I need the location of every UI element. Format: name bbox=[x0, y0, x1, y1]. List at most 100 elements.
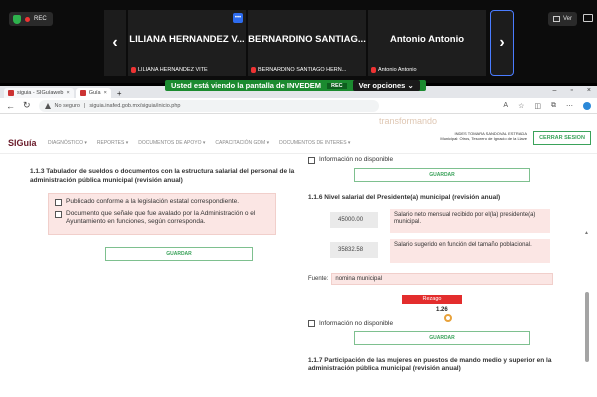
favorites-icon[interactable]: ☆ bbox=[518, 102, 524, 110]
recording-indicator[interactable]: REC bbox=[9, 12, 53, 26]
close-window-icon[interactable]: × bbox=[587, 87, 591, 94]
close-tab-icon[interactable]: × bbox=[66, 90, 69, 96]
rec-dot-icon bbox=[25, 16, 30, 22]
section-title: 1.1.3 Tabulador de sueldos o documentos … bbox=[30, 168, 295, 184]
option-checkbox[interactable] bbox=[55, 198, 62, 206]
read-aloud-icon[interactable]: A bbox=[503, 102, 508, 110]
participant-name: LILIANA HERNANDEZ V... bbox=[129, 34, 245, 45]
participant-tile[interactable]: BERNARDINO SANTIAG... BERNARDINO SANTIAG… bbox=[248, 10, 366, 76]
participant-label-text: LILIANA HERNANDEZ VITE bbox=[138, 67, 208, 73]
address-bar-row: ← ↻ No seguro | siguia.inafed.gob.mx/sig… bbox=[0, 98, 597, 114]
not-secure-label: No seguro bbox=[54, 102, 80, 109]
banner-rec-badge: REC bbox=[327, 82, 347, 89]
back-icon[interactable]: ← bbox=[6, 101, 15, 111]
participant-label: LILIANA HERNANDEZ VITE bbox=[131, 67, 208, 73]
view-options-button[interactable]: Ver opciones ⌄ bbox=[352, 80, 420, 91]
participant-tiles: ‹ ••• LILIANA HERNANDEZ V... LILIANA HER… bbox=[104, 10, 514, 76]
save-button[interactable]: GUARDAR bbox=[105, 247, 253, 261]
source-row: Fuente: nomina municipal bbox=[308, 272, 558, 285]
next-participants-button[interactable]: › bbox=[490, 10, 514, 76]
salary-row: 35832.58 Salario sugerido en función del… bbox=[330, 238, 558, 263]
section-title-1-1-6: 1.1.6 Nivel salarial del Presidente(a) m… bbox=[308, 194, 501, 201]
reload-icon[interactable]: ↻ bbox=[23, 100, 31, 111]
save-button[interactable]: GUARDAR bbox=[354, 330, 530, 345]
header-watermark: transformando bbox=[378, 116, 437, 126]
close-tab-icon[interactable]: × bbox=[104, 90, 107, 96]
salary-value-field: 35832.58 bbox=[330, 241, 378, 258]
participant-label-text: BERNARDINO SANTIAGO HERN... bbox=[258, 67, 347, 73]
more-icon[interactable]: ⋯ bbox=[566, 102, 573, 110]
browser-tab[interactable]: siguia - SIGuíaweb × bbox=[4, 88, 74, 98]
tab-title: Guía bbox=[88, 90, 101, 96]
salary-row: 45000.00 Salario neto mensual recibido p… bbox=[330, 208, 558, 233]
window-controls: – ▫ × bbox=[553, 87, 591, 94]
option-label: Publicado conforme a la legislación esta… bbox=[66, 198, 240, 205]
page-scrollbar[interactable] bbox=[585, 292, 589, 362]
url-separator: | bbox=[83, 102, 86, 109]
option-row[interactable]: Publicado conforme a la legislación esta… bbox=[55, 198, 269, 206]
no-info-row[interactable]: Información no disponible bbox=[308, 320, 558, 328]
site-header: transformando SIGuía DIAGNÓSTICO ▾ REPOR… bbox=[0, 116, 597, 154]
salary-description: Salario sugerido en función del tamaño p… bbox=[390, 238, 550, 263]
user-org-info: INDES TOMARA SANDOVAL ESTRADA Municipal:… bbox=[440, 131, 527, 141]
main-nav: DIAGNÓSTICO ▾ REPORTES ▾ DOCUMENTOS DE A… bbox=[48, 140, 350, 146]
no-info-checkbox[interactable] bbox=[308, 320, 315, 327]
collections-icon[interactable]: ⧉ bbox=[551, 102, 556, 110]
section-1-1-3: 1.1.3 Tabulador de sueldos o documentos … bbox=[30, 168, 295, 261]
favicon-icon bbox=[8, 90, 14, 96]
no-info-label: Información no disponible bbox=[319, 319, 394, 327]
minimize-window-icon[interactable] bbox=[583, 14, 593, 22]
salary-value-field[interactable]: 45000.00 bbox=[330, 211, 378, 228]
participant-label: Antonio Antonio bbox=[371, 67, 417, 73]
shield-icon bbox=[13, 14, 21, 24]
maximize-icon[interactable]: ▫ bbox=[570, 87, 572, 94]
minimize-icon[interactable]: – bbox=[553, 87, 557, 94]
source-input[interactable]: nomina municipal bbox=[331, 272, 554, 285]
participant-tile[interactable]: ••• LILIANA HERNANDEZ V... LILIANA HERNA… bbox=[128, 10, 246, 76]
nav-item-diagnostico[interactable]: DIAGNÓSTICO ▾ bbox=[48, 140, 87, 146]
share-banner-text: Usted está viendo la pantalla de INVEDEM bbox=[171, 81, 322, 90]
tab-title: siguia - SIGuíaweb bbox=[17, 90, 64, 96]
participant-name: BERNARDINO SANTIAG... bbox=[248, 34, 366, 45]
salary-description: Salario neto mensual recibido por el(la)… bbox=[390, 208, 550, 233]
browser-tab-active[interactable]: Guía × bbox=[75, 88, 111, 98]
browser-toolbar: A ☆ ◫ ⧉ ⋯ bbox=[503, 101, 591, 110]
zoom-meeting-bar: REC ‹ ••• LILIANA HERNANDEZ V... LILIANA… bbox=[0, 0, 597, 83]
site-logo[interactable]: SIGuía bbox=[8, 138, 37, 148]
split-screen-icon[interactable]: ◫ bbox=[534, 102, 541, 110]
more-options-icon[interactable]: ••• bbox=[233, 13, 243, 23]
mic-muted-icon bbox=[371, 67, 376, 73]
nav-item-documentos-apoyo[interactable]: DOCUMENTOS DE APOYO ▾ bbox=[138, 140, 205, 146]
scroll-up-icon[interactable]: ▲ bbox=[584, 230, 589, 236]
main-content: 1.1.3 Tabulador de sueldos o documentos … bbox=[0, 156, 597, 397]
save-button[interactable]: GUARDAR bbox=[354, 168, 530, 182]
no-info-row[interactable]: Información no disponible bbox=[308, 156, 558, 164]
participant-label-text: Antonio Antonio bbox=[378, 67, 417, 73]
new-tab-button[interactable]: + bbox=[113, 89, 126, 98]
section-title-1-1-7: 1.1.7 Participación de las mujeres en pu… bbox=[308, 356, 552, 373]
url-input[interactable]: No seguro | siguia.inafed.gob.mx/siguia/… bbox=[38, 99, 379, 112]
view-button[interactable]: Ver bbox=[547, 12, 577, 26]
url-text: siguia.inafed.gob.mx/siguia/inicio.php bbox=[89, 102, 181, 109]
option-row[interactable]: Documento que señale que fue avalado por… bbox=[55, 210, 269, 226]
mic-muted-icon bbox=[251, 67, 256, 73]
rec-label: REC bbox=[34, 16, 47, 22]
participant-tile[interactable]: Antonio Antonio Antonio Antonio bbox=[368, 10, 486, 76]
option-label: Documento que señale que fue avalado por… bbox=[66, 210, 256, 225]
nav-item-capacitacion[interactable]: CAPACITACIÓN GDM ▾ bbox=[215, 140, 269, 146]
no-info-checkbox[interactable] bbox=[308, 156, 315, 164]
nav-item-documentos-interes[interactable]: DOCUMENTOS DE INTERES ▾ bbox=[279, 140, 350, 146]
option-checkbox[interactable] bbox=[55, 210, 62, 218]
logout-button[interactable]: CERRAR SESION bbox=[533, 131, 591, 145]
score-value: 1.26 bbox=[436, 306, 448, 313]
participant-name: Antonio Antonio bbox=[389, 34, 465, 45]
mic-muted-icon bbox=[131, 67, 136, 73]
edge-copilot-icon[interactable] bbox=[583, 101, 591, 110]
right-column: Información no disponible GUARDAR 1.1.6 … bbox=[308, 156, 558, 374]
nav-item-reportes[interactable]: REPORTES ▾ bbox=[97, 140, 128, 146]
rezago-badge: Rezago bbox=[402, 294, 462, 304]
participant-label: BERNARDINO SANTIAGO HERN... bbox=[251, 67, 346, 73]
source-label: Fuente: bbox=[308, 275, 329, 282]
view-label: Ver bbox=[562, 16, 572, 22]
previous-participants-button[interactable]: ‹ bbox=[104, 10, 126, 76]
